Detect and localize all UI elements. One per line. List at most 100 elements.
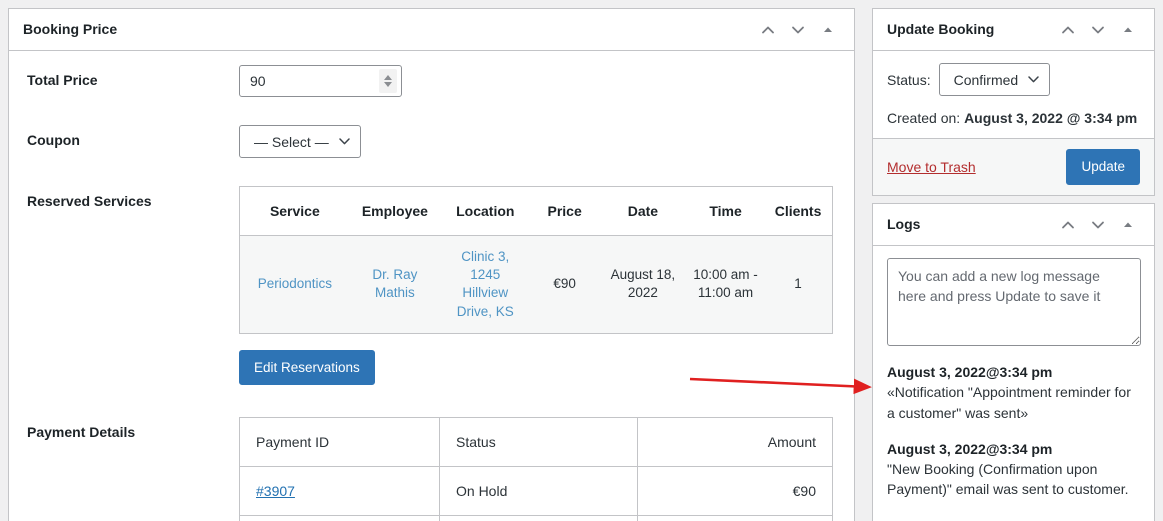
created-on-label: Created on: — [887, 110, 961, 126]
cell-clients: 1 — [764, 235, 833, 334]
total-price-input[interactable] — [239, 65, 402, 97]
cell-date: August 18, 2022 — [598, 235, 687, 334]
coupon-select[interactable]: — Select — — [239, 125, 361, 158]
cell-payment-id: #3907 — [239, 466, 440, 517]
column-header-payment-amount: Amount — [637, 417, 833, 468]
table-header-row: Service Employee Location Price Date Tim… — [239, 186, 833, 236]
cell-payment-id — [239, 515, 440, 521]
log-message: "New Booking (Confirmation upon Payment)… — [887, 461, 1129, 498]
log-message-textarea[interactable] — [887, 258, 1141, 346]
log-entries-list: August 3, 2022@3:34 pm «Notification "Ap… — [873, 362, 1154, 500]
move-up-icon[interactable] — [754, 16, 782, 44]
list-item: August 3, 2022@3:34 pm "New Booking (Con… — [887, 439, 1140, 500]
edit-reservations-wrap: Edit Reservations — [239, 349, 844, 386]
coupon-select-value: — Select — — [254, 133, 329, 150]
total-price-row: Total Price — [9, 51, 854, 111]
toggle-panel-icon[interactable] — [814, 16, 842, 44]
status-label: Status: — [887, 71, 931, 88]
spinner-up-icon[interactable] — [384, 75, 392, 80]
panel-handle-actions — [1054, 211, 1142, 239]
reserved-services-table: Service Employee Location Price Date Tim… — [239, 186, 833, 334]
toggle-panel-icon[interactable] — [1114, 16, 1142, 44]
payment-id-link[interactable]: #3907 — [256, 483, 295, 499]
update-booking-panel: Update Booking Status: Confirmed Created… — [872, 8, 1155, 196]
payment-details-table: Payment ID Status Amount #3907 On Hold €… — [239, 417, 833, 521]
cell-price: €90 — [530, 235, 599, 334]
service-link[interactable]: Periodontics — [258, 276, 332, 291]
payment-details-label: Payment Details — [27, 424, 136, 441]
total-price-input-wrap — [239, 65, 402, 97]
reserved-services-label: Reserved Services — [27, 193, 152, 209]
total-price-cell — [239, 51, 854, 111]
move-up-icon[interactable] — [1054, 16, 1082, 44]
payment-header-row: Payment ID Status Amount — [239, 417, 833, 468]
status-select[interactable]: Confirmed — [938, 63, 1051, 96]
booking-price-panel: Booking Price Total Price 90 Coupon — Se… — [8, 8, 855, 521]
payment-details-cell: Payment ID Status Amount #3907 On Hold €… — [239, 399, 854, 521]
cell-payment-status — [439, 515, 638, 521]
column-header-price: Price — [530, 186, 599, 236]
cell-payment-status: On Hold — [439, 466, 638, 517]
booking-price-form: Total Price Coupon — [9, 51, 854, 521]
log-message: «Notification "Appointment reminder for … — [887, 384, 1131, 421]
cell-time: 10:00 am - 11:00 am — [686, 235, 765, 334]
logs-header: Logs — [873, 204, 1154, 246]
coupon-label: Coupon — [27, 132, 80, 148]
reserved-services-row: Reserved Services Service Employee Locat… — [9, 172, 854, 399]
employee-link[interactable]: Dr. Ray Mathis — [372, 267, 417, 300]
spinner-down-icon[interactable] — [384, 82, 392, 87]
move-down-icon[interactable] — [784, 16, 812, 44]
number-spinner[interactable] — [379, 69, 397, 93]
created-on-value: August 3, 2022 @ 3:34 pm — [964, 110, 1138, 126]
location-link[interactable]: Clinic 3, 1245 Hillview Drive, KS — [457, 249, 514, 319]
log-timestamp: August 3, 2022@3:34 pm — [887, 364, 1053, 380]
payment-details-row: Payment Details Payment ID Status Amount — [9, 399, 854, 521]
logs-title: Logs — [887, 215, 921, 232]
column-header-payment-id: Payment ID — [239, 417, 440, 468]
column-header-employee: Employee — [349, 186, 441, 236]
chevron-down-icon — [338, 138, 350, 145]
update-booking-header: Update Booking — [873, 9, 1154, 51]
cell-service: Periodontics — [239, 235, 350, 334]
edit-reservations-button[interactable]: Edit Reservations — [239, 349, 375, 386]
table-row: #3907 On Hold €90 — [239, 466, 833, 517]
move-down-icon[interactable] — [1084, 211, 1112, 239]
page-title: Booking Price — [23, 20, 118, 37]
update-booking-footer: Move to Trash Update — [873, 138, 1154, 195]
status-row: Status: Confirmed — [887, 63, 1140, 96]
list-item: August 3, 2022@3:34 pm «Notification "Ap… — [887, 362, 1140, 423]
column-header-location: Location — [440, 186, 531, 236]
booking-price-body: Total Price Coupon — [9, 51, 854, 521]
move-up-icon[interactable] — [1054, 211, 1082, 239]
panel-handle-actions — [754, 16, 842, 44]
chevron-down-icon — [1028, 76, 1039, 83]
table-row — [239, 515, 833, 521]
column-header-payment-status: Status — [439, 417, 638, 468]
status-select-value: Confirmed — [953, 71, 1019, 88]
cell-employee: Dr. Ray Mathis — [349, 235, 441, 334]
log-timestamp: August 3, 2022@3:34 pm — [887, 440, 1053, 457]
coupon-row: Coupon — Select — — [9, 111, 854, 172]
move-down-icon[interactable] — [1084, 16, 1112, 44]
cell-payment-amount: €90 — [637, 466, 833, 517]
logs-panel: Logs August 3, 2022@3:34 pm «Notificatio… — [872, 203, 1155, 521]
admin-page: Booking Price Total Price 90 Coupon — Se… — [0, 0, 1163, 521]
update-booking-body: Status: Confirmed Created on: August 3, … — [873, 51, 1154, 138]
panel-handle-actions — [1054, 16, 1142, 44]
logs-body — [873, 246, 1154, 346]
column-header-date: Date — [598, 186, 687, 236]
booking-price-header: Booking Price — [9, 9, 854, 51]
column-header-clients: Clients — [764, 186, 833, 236]
cell-payment-amount — [637, 515, 833, 521]
cell-location: Clinic 3, 1245 Hillview Drive, KS — [440, 235, 531, 334]
table-row: Periodontics Dr. Ray Mathis Clinic 3, 12… — [239, 235, 833, 334]
total-price-label: Total Price — [27, 72, 98, 88]
coupon-cell: — Select — — [239, 111, 854, 172]
move-to-trash-link[interactable]: Move to Trash — [887, 159, 976, 175]
created-on-row: Created on: August 3, 2022 @ 3:34 pm — [887, 110, 1140, 126]
update-button[interactable]: Update — [1066, 149, 1140, 185]
column-header-time: Time — [686, 186, 765, 236]
toggle-panel-icon[interactable] — [1114, 211, 1142, 239]
update-booking-title: Update Booking — [887, 20, 995, 37]
reserved-services-cell: Service Employee Location Price Date Tim… — [239, 172, 854, 399]
